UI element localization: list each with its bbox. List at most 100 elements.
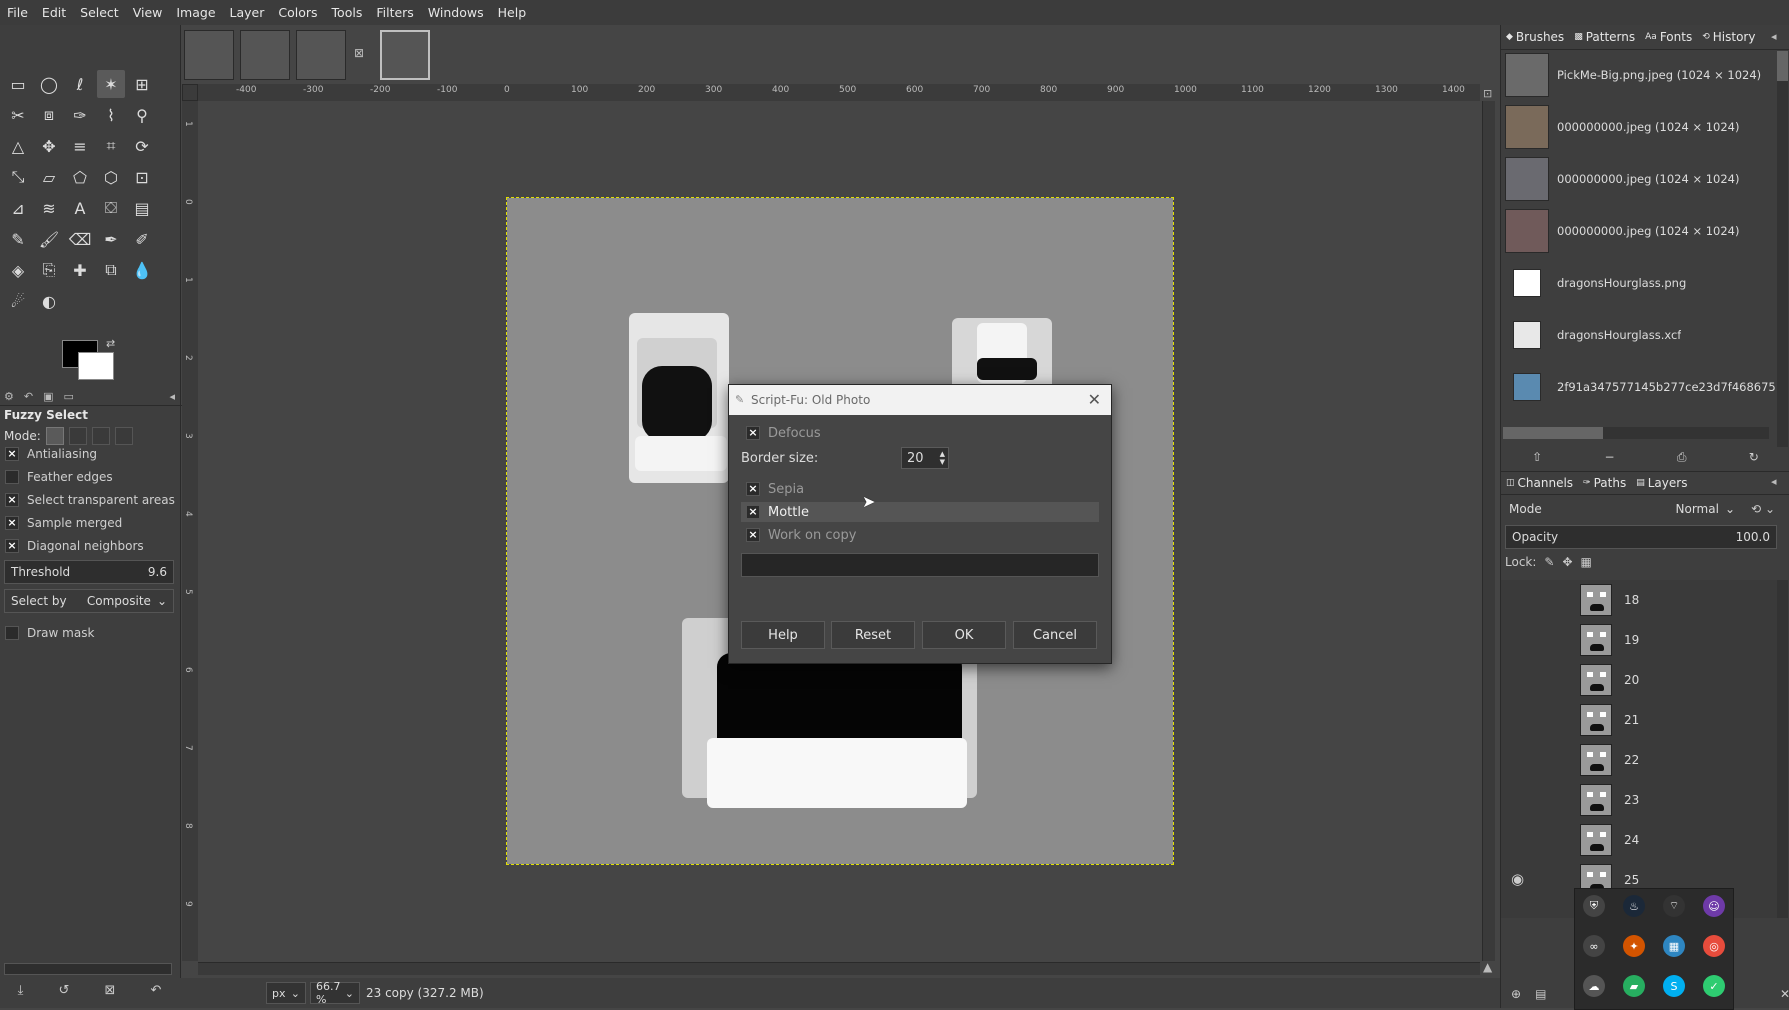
menu-tools[interactable]: Tools [325, 0, 370, 25]
rect-select-icon[interactable]: ▭ [4, 70, 32, 98]
menu-layer[interactable]: Layer [223, 0, 272, 25]
layer-row[interactable]: 21 [1580, 702, 1770, 738]
layer-row[interactable]: 24 [1580, 822, 1770, 858]
horizontal-scrollbar[interactable] [198, 962, 1480, 975]
menu-image[interactable]: Image [169, 0, 222, 25]
unified-transform-icon[interactable]: ⊡ [128, 163, 156, 191]
tool-options-tab-icon[interactable]: ⚙ [4, 390, 14, 403]
spinner-arrows-icon[interactable]: ▲ ▼ [940, 450, 945, 466]
remove-icon[interactable]: − [1605, 450, 1615, 464]
sepia-checkbox[interactable]: × [746, 482, 760, 496]
history-vertical-scrollbar-thumb[interactable] [1777, 51, 1788, 81]
restore-options-icon[interactable]: ↺ [58, 983, 69, 998]
lock-position-icon[interactable]: ✥ [1562, 555, 1572, 569]
feather-edges-checkbox[interactable] [5, 470, 19, 484]
menu-file[interactable]: File [0, 0, 35, 25]
swap-colors-icon[interactable]: ⇄ [106, 337, 115, 350]
select-by-color-icon[interactable]: ⊞ [128, 70, 156, 98]
history-item[interactable]: dragonsHourglass.png [1505, 259, 1777, 307]
sepia-option[interactable]: × Sepia [741, 479, 1099, 499]
pencil-icon[interactable]: ✎ [4, 225, 32, 253]
image-tab-4-active[interactable] [380, 30, 430, 80]
perspective-icon[interactable]: ⬠ [66, 163, 94, 191]
panel-menu-icon[interactable]: ◂ [169, 390, 175, 403]
layer-row[interactable]: 19 [1580, 622, 1770, 658]
eraser-icon[interactable]: ⌫ [66, 225, 94, 253]
airbrush-icon[interactable]: ✒ [97, 225, 125, 253]
tab-channels[interactable]: ◫ Channels [1501, 476, 1578, 490]
visibility-eye-icon[interactable]: ◉ [1511, 870, 1524, 888]
panel-menu-icon[interactable]: ◂ [1771, 475, 1777, 488]
save-options-icon[interactable]: ⤓ [18, 983, 24, 998]
refresh-icon[interactable]: ↻ [1749, 450, 1759, 464]
feather-edges-option[interactable]: Feather edges [0, 466, 176, 488]
menu-help[interactable]: Help [491, 0, 534, 25]
diagonal-neighbors-option[interactable]: × Diagonal neighbors [0, 535, 176, 557]
blur-icon[interactable]: 💧 [128, 256, 156, 284]
select-by-combo[interactable]: Select by Composite ⌄ [4, 589, 174, 613]
zoom-icon[interactable]: ⚲ [128, 101, 156, 129]
defocus-option[interactable]: × Defocus [741, 423, 1099, 443]
mottle-option[interactable]: × Mottle [741, 502, 1099, 522]
background-color[interactable] [78, 352, 114, 380]
menu-edit[interactable]: Edit [35, 0, 73, 25]
tool-app-icon[interactable]: ✦ [1623, 935, 1645, 957]
mottle-checkbox[interactable]: × [746, 505, 760, 519]
wifi-icon[interactable]: ⌔ [1663, 895, 1685, 917]
lock-alpha-icon[interactable]: ▦ [1581, 555, 1592, 569]
undo-history-tab-icon[interactable]: ↶ [24, 390, 33, 403]
tab-fonts[interactable]: Aa Fonts [1640, 30, 1697, 44]
ok-button[interactable]: OK [922, 621, 1006, 649]
network-app-icon[interactable]: ▦ [1663, 935, 1685, 957]
border-size-spinner[interactable]: 20 ▲ ▼ [901, 447, 949, 469]
antialiasing-checkbox[interactable]: × [5, 447, 19, 461]
zoom-image-icon[interactable]: ⊡ [1483, 87, 1492, 100]
sample-merged-checkbox[interactable]: × [5, 516, 19, 530]
scale-icon[interactable]: ⤡ [4, 163, 32, 191]
history-scrollbar-thumb[interactable] [1503, 427, 1603, 439]
chat-app-icon[interactable]: ☺ [1703, 895, 1725, 917]
perspective-clone-icon[interactable]: ⧉ [97, 256, 125, 284]
vertical-scrollbar[interactable] [1482, 101, 1495, 961]
smudge-icon[interactable]: ☄ [4, 287, 32, 315]
history-item[interactable]: 2f91a347577145b277ce23d7f468675 [1505, 363, 1777, 411]
help-button[interactable]: Help [741, 621, 825, 649]
select-transparent-option[interactable]: × Select transparent areas [0, 489, 176, 511]
nvidia-icon[interactable]: ▰ [1623, 975, 1645, 997]
3d-transform-icon[interactable]: ⬡ [97, 163, 125, 191]
tab-paths[interactable]: ✑ Paths [1578, 476, 1631, 490]
menu-colors[interactable]: Colors [271, 0, 324, 25]
history-item[interactable]: dragonsHourglass.xcf [1505, 311, 1777, 359]
diagonal-neighbors-checkbox[interactable]: × [5, 539, 19, 553]
delete-options-icon[interactable]: ⊠ [104, 983, 115, 998]
panel-menu-icon[interactable]: ◂ [1771, 30, 1777, 43]
lock-pixels-icon[interactable]: ✎ [1544, 555, 1554, 569]
history-item[interactable]: 000000000.jpeg (1024 × 1024) [1505, 155, 1777, 203]
tab-history[interactable]: ⟲ History [1697, 30, 1760, 44]
images-tab-icon[interactable]: ▣ [43, 390, 53, 403]
opacity-slider[interactable]: Opacity 100.0 [1505, 525, 1777, 549]
new-layer-icon[interactable]: ⊕ [1511, 987, 1521, 1001]
ink-icon[interactable]: ✐ [128, 225, 156, 253]
work-on-copy-checkbox[interactable]: × [746, 528, 760, 542]
image-tab-1[interactable] [184, 30, 234, 80]
history-item[interactable]: PickMe-Big.png.jpeg (1024 × 1024) [1505, 51, 1777, 99]
history-item[interactable]: 000000000.jpeg (1024 × 1024) [1505, 207, 1777, 255]
work-on-copy-option[interactable]: × Work on copy [741, 525, 1099, 545]
tab-brushes[interactable]: ◆ Brushes [1501, 30, 1569, 44]
fuzzy-select-icon[interactable]: ✶ [97, 70, 125, 98]
move-icon[interactable]: ✥ [35, 132, 63, 160]
history-item[interactable]: 000000000.jpeg (1024 × 1024) [1505, 103, 1777, 151]
unit-combo[interactable]: px ⌄ [266, 982, 306, 1004]
chrome-icon[interactable]: ◎ [1703, 935, 1725, 957]
shear-icon[interactable]: ▱ [35, 163, 63, 191]
mypaint-icon[interactable]: ◈ [4, 256, 32, 284]
cloud-icon[interactable]: ☁ [1583, 975, 1605, 997]
draw-mask-option[interactable]: Draw mask [0, 622, 176, 644]
tab-layers[interactable]: ▤ Layers [1631, 476, 1692, 490]
clone-icon[interactable]: ⎘ [35, 256, 63, 284]
menu-windows[interactable]: Windows [421, 0, 491, 25]
layer-composite-combo[interactable]: ⟲ ⌄ [1741, 497, 1785, 521]
gradient-icon[interactable]: ▤ [128, 194, 156, 222]
raise-icon[interactable]: ⇧ [1532, 450, 1542, 464]
